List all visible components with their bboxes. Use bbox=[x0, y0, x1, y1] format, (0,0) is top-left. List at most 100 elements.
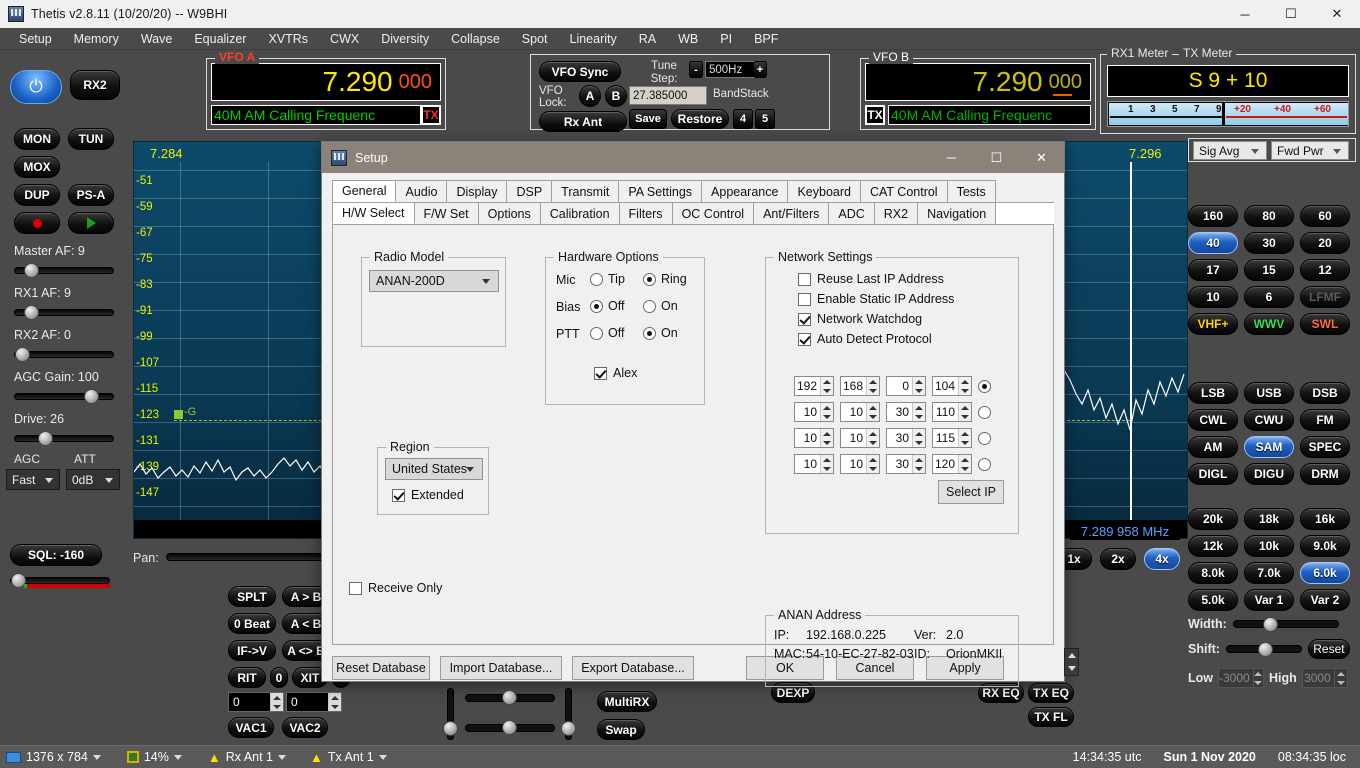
cpu-caret-icon[interactable] bbox=[173, 754, 182, 760]
rit-button[interactable]: RIT bbox=[228, 667, 266, 688]
ip-row-3-octet-0[interactable]: 10 bbox=[794, 454, 834, 474]
band-30-button[interactable]: 30 bbox=[1244, 232, 1294, 254]
dup-button[interactable]: DUP bbox=[14, 184, 60, 206]
reuse-last-ip-checkbox[interactable]: Reuse Last IP Address bbox=[798, 272, 944, 286]
tab-dsp[interactable]: DSP bbox=[506, 180, 553, 202]
vfo-a-frequency-display[interactable]: 7.290 000 bbox=[211, 63, 441, 101]
menu-item-wave[interactable]: Wave bbox=[130, 30, 184, 48]
menu-item-memory[interactable]: Memory bbox=[63, 30, 130, 48]
meter-mode-select[interactable]: Sig Avg bbox=[1193, 141, 1267, 160]
mode-fm-button[interactable]: FM bbox=[1300, 409, 1350, 431]
zero-beat-button[interactable]: 0 Beat bbox=[228, 613, 276, 634]
vfo-b-tx-indicator[interactable]: TX bbox=[865, 105, 885, 125]
ip-row-2-octet-2[interactable]: 30 bbox=[886, 428, 926, 448]
bandstack-5-button[interactable]: 5 bbox=[755, 109, 775, 129]
tune-step-decrement[interactable]: - bbox=[689, 61, 703, 78]
reset-database-button[interactable]: Reset Database bbox=[332, 656, 430, 680]
menu-item-xvtrs[interactable]: XVTRs bbox=[257, 30, 319, 48]
rx-ant-status[interactable]: ▲ Rx Ant 1 bbox=[202, 750, 292, 764]
setup-minimize-button[interactable]: ─ bbox=[929, 142, 974, 173]
mode-digl-button[interactable]: DIGL bbox=[1188, 463, 1238, 485]
rit-value[interactable]: 0 bbox=[270, 667, 288, 688]
bias-off-radio[interactable]: Off bbox=[590, 299, 624, 313]
filter-12k-button[interactable]: 12k bbox=[1188, 535, 1238, 557]
band-10-button[interactable]: 10 bbox=[1188, 286, 1238, 308]
vfo-sync-button[interactable]: VFO Sync bbox=[539, 61, 621, 82]
zoom-4x-button[interactable]: 4x bbox=[1144, 548, 1180, 570]
width-slider[interactable] bbox=[1232, 617, 1339, 632]
subtab-options[interactable]: Options bbox=[477, 202, 541, 224]
rx1-af-slider[interactable] bbox=[14, 305, 114, 320]
band-lfmf-button[interactable]: LFMF bbox=[1300, 286, 1350, 308]
menu-item-wb[interactable]: WB bbox=[667, 30, 709, 48]
filter-8k-button[interactable]: 8.0k bbox=[1188, 562, 1238, 584]
bandstack-4-button[interactable]: 4 bbox=[733, 109, 753, 129]
ptt-on-radio[interactable]: On bbox=[643, 326, 678, 340]
vfo-b-frequency-display[interactable]: 7.290 000 bbox=[865, 63, 1091, 101]
mode-digu-button[interactable]: DIGU bbox=[1244, 463, 1294, 485]
mode-spec-button[interactable]: SPEC bbox=[1300, 436, 1350, 458]
cpu-status[interactable]: 14% bbox=[121, 750, 188, 764]
ip-row-2-octet-3[interactable]: 115 bbox=[932, 428, 972, 448]
ptt-off-radio[interactable]: Off bbox=[590, 326, 624, 340]
tx-eq-button[interactable]: TX EQ bbox=[1028, 683, 1074, 703]
mode-usb-button[interactable]: USB bbox=[1244, 382, 1294, 404]
multirx-button[interactable]: MultiRX bbox=[597, 691, 657, 712]
agc-select[interactable]: Fast bbox=[6, 469, 60, 490]
ps-a-button[interactable]: PS-A bbox=[68, 184, 114, 206]
menu-item-spot[interactable]: Spot bbox=[511, 30, 559, 48]
att-select[interactable]: 0dB bbox=[66, 469, 120, 490]
meter-power-select[interactable]: Fwd Pwr bbox=[1271, 141, 1349, 160]
filter-16k-button[interactable]: 16k bbox=[1300, 508, 1350, 530]
band-17-button[interactable]: 17 bbox=[1188, 259, 1238, 281]
sql-button[interactable]: SQL: -160 bbox=[10, 544, 102, 566]
mon-button[interactable]: MON bbox=[14, 128, 60, 150]
minimize-button[interactable]: ─ bbox=[1222, 0, 1268, 28]
mic-tip-radio[interactable]: Tip bbox=[590, 272, 625, 286]
filter-9k-button[interactable]: 9.0k bbox=[1300, 535, 1350, 557]
menu-item-cwx[interactable]: CWX bbox=[319, 30, 370, 48]
ip-row-0-octet-1[interactable]: 168 bbox=[840, 376, 880, 396]
mode-cwl-button[interactable]: CWL bbox=[1188, 409, 1238, 431]
tx-ant-caret-icon[interactable] bbox=[378, 754, 387, 760]
vac1-button[interactable]: VAC1 bbox=[228, 717, 274, 738]
band-20-button[interactable]: 20 bbox=[1300, 232, 1350, 254]
vertical-scrollbar[interactable] bbox=[1064, 648, 1079, 676]
subtab-adc[interactable]: ADC bbox=[828, 202, 875, 224]
band-swl-button[interactable]: SWL bbox=[1300, 313, 1350, 335]
network-watchdog-checkbox[interactable]: Network Watchdog bbox=[798, 312, 922, 326]
mode-am-button[interactable]: AM bbox=[1188, 436, 1238, 458]
ip-row-0-radio[interactable] bbox=[978, 379, 991, 393]
if-to-v-button[interactable]: IF->V bbox=[228, 640, 276, 661]
tune-step-value[interactable]: 500Hz bbox=[705, 61, 759, 78]
auto-detect-protocol-checkbox[interactable]: Auto Detect Protocol bbox=[798, 332, 932, 346]
band-wwv-button[interactable]: WWV bbox=[1244, 313, 1294, 335]
drive-slider[interactable] bbox=[14, 431, 114, 446]
menu-item-ra[interactable]: RA bbox=[628, 30, 667, 48]
filter-6k-button[interactable]: 6.0k bbox=[1300, 562, 1350, 584]
filter-18k-button[interactable]: 18k bbox=[1244, 508, 1294, 530]
vfo-lock-a-button[interactable]: A bbox=[579, 85, 601, 107]
ip-row-1-octet-2[interactable]: 30 bbox=[886, 402, 926, 422]
tab-transmit[interactable]: Transmit bbox=[551, 180, 620, 202]
tune-step-increment[interactable]: + bbox=[753, 61, 767, 78]
ip-row-0-octet-3[interactable]: 104 bbox=[932, 376, 972, 396]
play-button[interactable] bbox=[68, 212, 114, 234]
high-cut-spinner[interactable]: 3000 bbox=[1301, 668, 1348, 688]
rx-ant-button[interactable]: Rx Ant bbox=[539, 111, 627, 132]
setup-close-button[interactable]: ✕ bbox=[1019, 142, 1064, 173]
band-80-button[interactable]: 80 bbox=[1244, 205, 1294, 227]
extended-checkbox[interactable]: Extended bbox=[392, 488, 464, 502]
filter-7k-button[interactable]: 7.0k bbox=[1244, 562, 1294, 584]
rx-ant-caret-icon[interactable] bbox=[278, 754, 287, 760]
filter-10k-button[interactable]: 10k bbox=[1244, 535, 1294, 557]
menu-item-collapse[interactable]: Collapse bbox=[440, 30, 511, 48]
record-button[interactable] bbox=[14, 212, 60, 234]
bias-on-radio[interactable]: On bbox=[643, 299, 678, 313]
mox-button[interactable]: MOX bbox=[14, 156, 60, 178]
mode-cwu-button[interactable]: CWU bbox=[1244, 409, 1294, 431]
setup-maximize-button[interactable]: ☐ bbox=[974, 142, 1019, 173]
low-cut-spinner[interactable]: -3000 bbox=[1218, 668, 1264, 688]
filter-5k-button[interactable]: 5.0k bbox=[1188, 589, 1238, 611]
band-vhf-button[interactable]: VHF+ bbox=[1188, 313, 1238, 335]
